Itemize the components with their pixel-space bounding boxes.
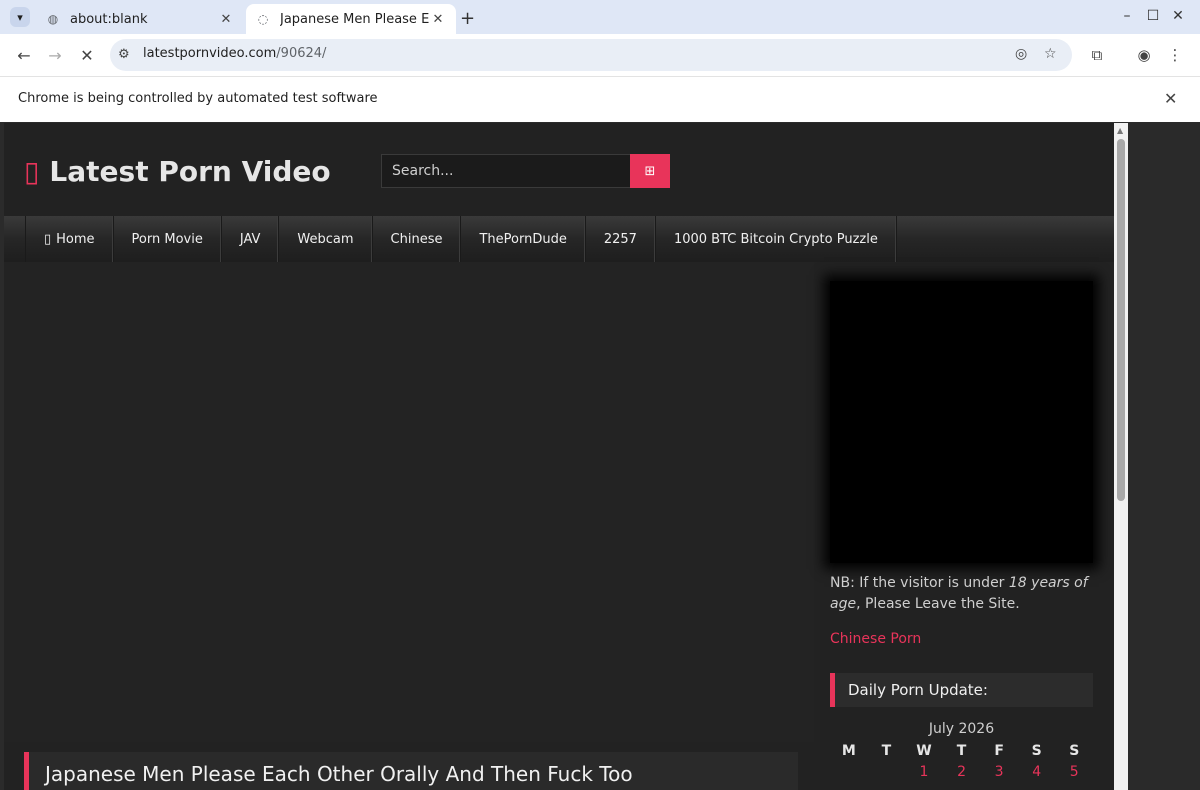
address-bar[interactable]: ⚙ latestpornvideo.com/90624/ ◎ ☆ xyxy=(110,39,1072,71)
browser-toolbar: ← → ✕ ⚙ latestpornvideo.com/90624/ ◎ ☆ ⧉… xyxy=(0,34,1200,76)
age-notice: NB: If the visitor is under 18 years of … xyxy=(830,575,1088,612)
loading-icon: ◌ xyxy=(257,12,269,26)
back-icon[interactable]: ← xyxy=(12,43,36,67)
sidebar-ad[interactable] xyxy=(830,281,1093,563)
main-nav: ▯ Home Porn Movie JAV Webcam Chinese TheP… xyxy=(4,216,1114,262)
star-icon[interactable]: ☆ xyxy=(1044,46,1057,62)
post-title: Japanese Men Please Each Other Orally An… xyxy=(45,762,633,786)
infobar-message: Chrome is being controlled by automated … xyxy=(18,91,378,106)
nav-theporndude[interactable]: ThePornDude xyxy=(461,216,586,262)
weekday: M xyxy=(841,743,856,759)
site-logo[interactable]: ▯ Latest Porn Video xyxy=(24,155,331,188)
nav-bitcoin-puzzle[interactable]: 1000 BTC Bitcoin Crypto Puzzle xyxy=(656,216,897,262)
eye-off-icon[interactable]: ◎ xyxy=(1015,46,1027,62)
url-text[interactable]: latestpornvideo.com/90624/ xyxy=(143,46,326,61)
site-info-icon[interactable]: ⚙ xyxy=(118,47,130,62)
extensions-icon[interactable]: ⧉ xyxy=(1087,46,1107,64)
widget-title: Daily Porn Update: xyxy=(830,673,1093,707)
weekday: T xyxy=(956,743,967,759)
calendar-day[interactable]: 3 xyxy=(980,764,1018,780)
tab-strip: ▾ ◍ about:blank ✕ ◌ Japanese Men Please … xyxy=(0,0,1200,34)
nav-2257[interactable]: 2257 xyxy=(586,216,656,262)
calendar-week-row: 1 2 3 4 5 xyxy=(830,764,1093,780)
calendar-day xyxy=(868,764,906,780)
weekday: T xyxy=(881,743,892,759)
new-tab-icon[interactable]: + xyxy=(460,8,475,29)
infobar-close-icon[interactable]: ✕ xyxy=(1164,89,1177,108)
logo-icon: ▯ xyxy=(24,155,40,188)
maximize-icon[interactable]: ☐ xyxy=(1143,8,1163,24)
nav-webcam[interactable]: Webcam xyxy=(279,216,373,262)
weekday: S xyxy=(1031,743,1042,759)
nav-chinese[interactable]: Chinese xyxy=(373,216,462,262)
chinese-porn-link[interactable]: Chinese Porn xyxy=(830,631,921,647)
calendar-day[interactable]: 2 xyxy=(943,764,981,780)
page-margin xyxy=(1128,123,1200,790)
nav-porn-movie[interactable]: Porn Movie xyxy=(114,216,222,262)
calendar-caption: July 2026 xyxy=(928,721,995,737)
close-tab-icon[interactable]: ✕ xyxy=(430,12,446,27)
calendar-day[interactable]: 5 xyxy=(1055,764,1093,780)
calendar-day[interactable]: 4 xyxy=(1018,764,1056,780)
calendar-weekdays: M T W T F S S xyxy=(830,743,1093,759)
search-input[interactable] xyxy=(381,154,631,188)
stop-icon[interactable]: ✕ xyxy=(75,43,99,67)
profile-icon[interactable]: ◉ xyxy=(1134,46,1154,64)
close-window-icon[interactable]: ✕ xyxy=(1168,8,1188,24)
weekday: S xyxy=(1069,743,1080,759)
minimize-icon[interactable]: – xyxy=(1117,8,1137,24)
video-player-area[interactable] xyxy=(4,262,814,742)
close-tab-icon[interactable]: ✕ xyxy=(218,12,234,27)
post-title-box: Japanese Men Please Each Other Orally An… xyxy=(24,752,798,790)
weekday: W xyxy=(916,743,932,759)
page-scrollbar[interactable]: ▲ xyxy=(1114,123,1128,790)
page-viewport: ▯Latest Porn Video ⊞ ▯Home Porn Movie JA… xyxy=(4,123,1114,790)
tab-title: about:blank xyxy=(70,11,148,27)
home-icon: ▯ xyxy=(44,231,52,247)
tab-title: Japanese Men Please Each xyxy=(280,11,430,27)
tab-current[interactable]: ◌ Japanese Men Please Each ✕ xyxy=(246,4,456,34)
scrollbar-thumb[interactable] xyxy=(1117,139,1125,501)
calendar-day xyxy=(830,764,868,780)
search-icon: ⊞ xyxy=(644,163,656,179)
tab-about-blank[interactable]: ◍ about:blank ✕ xyxy=(36,4,244,34)
scroll-up-icon[interactable]: ▲ xyxy=(1117,126,1123,135)
menu-icon[interactable]: ⋮ xyxy=(1165,46,1185,64)
tab-search-button[interactable]: ▾ xyxy=(10,7,30,27)
nav-jav[interactable]: JAV xyxy=(222,216,280,262)
forward-icon[interactable]: → xyxy=(43,43,67,67)
globe-icon: ◍ xyxy=(47,12,59,26)
search-button[interactable]: ⊞ xyxy=(630,154,670,188)
weekday: F xyxy=(994,743,1004,759)
nav-home[interactable]: ▯ Home xyxy=(26,216,114,262)
automation-infobar: Chrome is being controlled by automated … xyxy=(0,76,1200,122)
calendar-day[interactable]: 1 xyxy=(905,764,943,780)
